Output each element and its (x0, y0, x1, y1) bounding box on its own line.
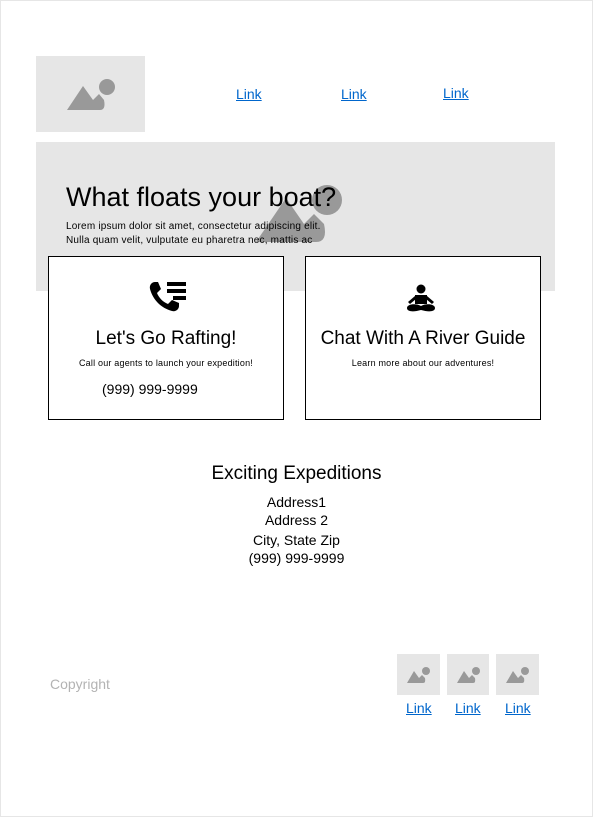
footer-image-placeholder-3 (496, 654, 539, 695)
image-icon (457, 667, 480, 683)
river-guide-card-title: Chat With A River Guide (320, 328, 526, 349)
hero-body-line-1: Lorem ipsum dolor sit amet, consectetur … (66, 221, 321, 232)
image-icon (67, 79, 115, 110)
phone-list-icon (149, 282, 186, 312)
hero-body-line-2: Nulla quam velit, vulputate eu pharetra … (66, 235, 313, 246)
footer-image-placeholder-2 (447, 654, 489, 695)
nav-link-2[interactable]: Link (341, 86, 367, 102)
meditation-person-icon (407, 284, 435, 312)
copyright-text: Copyright (50, 676, 110, 692)
rafting-card-phone: (999) 999-9999 (102, 381, 198, 397)
address-city-state-zip: City, State Zip (253, 532, 340, 548)
logo-image-placeholder (36, 56, 145, 132)
footer-link-3[interactable]: Link (505, 700, 531, 716)
nav-link-3[interactable]: Link (443, 85, 469, 101)
rafting-card-title: Let's Go Rafting! (95, 328, 237, 349)
company-name: Exciting Expeditions (211, 463, 382, 484)
rafting-card-description: Call our agents to launch your expeditio… (78, 358, 253, 368)
nav-link-1[interactable]: Link (236, 86, 262, 102)
rafting-card[interactable]: Let's Go Rafting! Call our agents to lau… (48, 256, 284, 420)
address-line-2: Address 2 (264, 512, 329, 528)
hero-title: What floats your boat? (66, 182, 337, 212)
image-icon (506, 667, 529, 683)
hero-body-text: Lorem ipsum dolor sit amet, consectetur … (66, 220, 356, 248)
address-phone: (999) 999-9999 (248, 550, 345, 566)
footer-link-1[interactable]: Link (406, 700, 432, 716)
footer-image-placeholder-1 (397, 654, 440, 695)
image-icon (407, 667, 430, 683)
footer-link-2[interactable]: Link (455, 700, 481, 716)
river-guide-card-description: Learn more about our adventures! (351, 358, 495, 368)
address-line-1: Address1 (266, 494, 327, 510)
river-guide-card[interactable]: Chat With A River Guide Learn more about… (305, 256, 541, 420)
